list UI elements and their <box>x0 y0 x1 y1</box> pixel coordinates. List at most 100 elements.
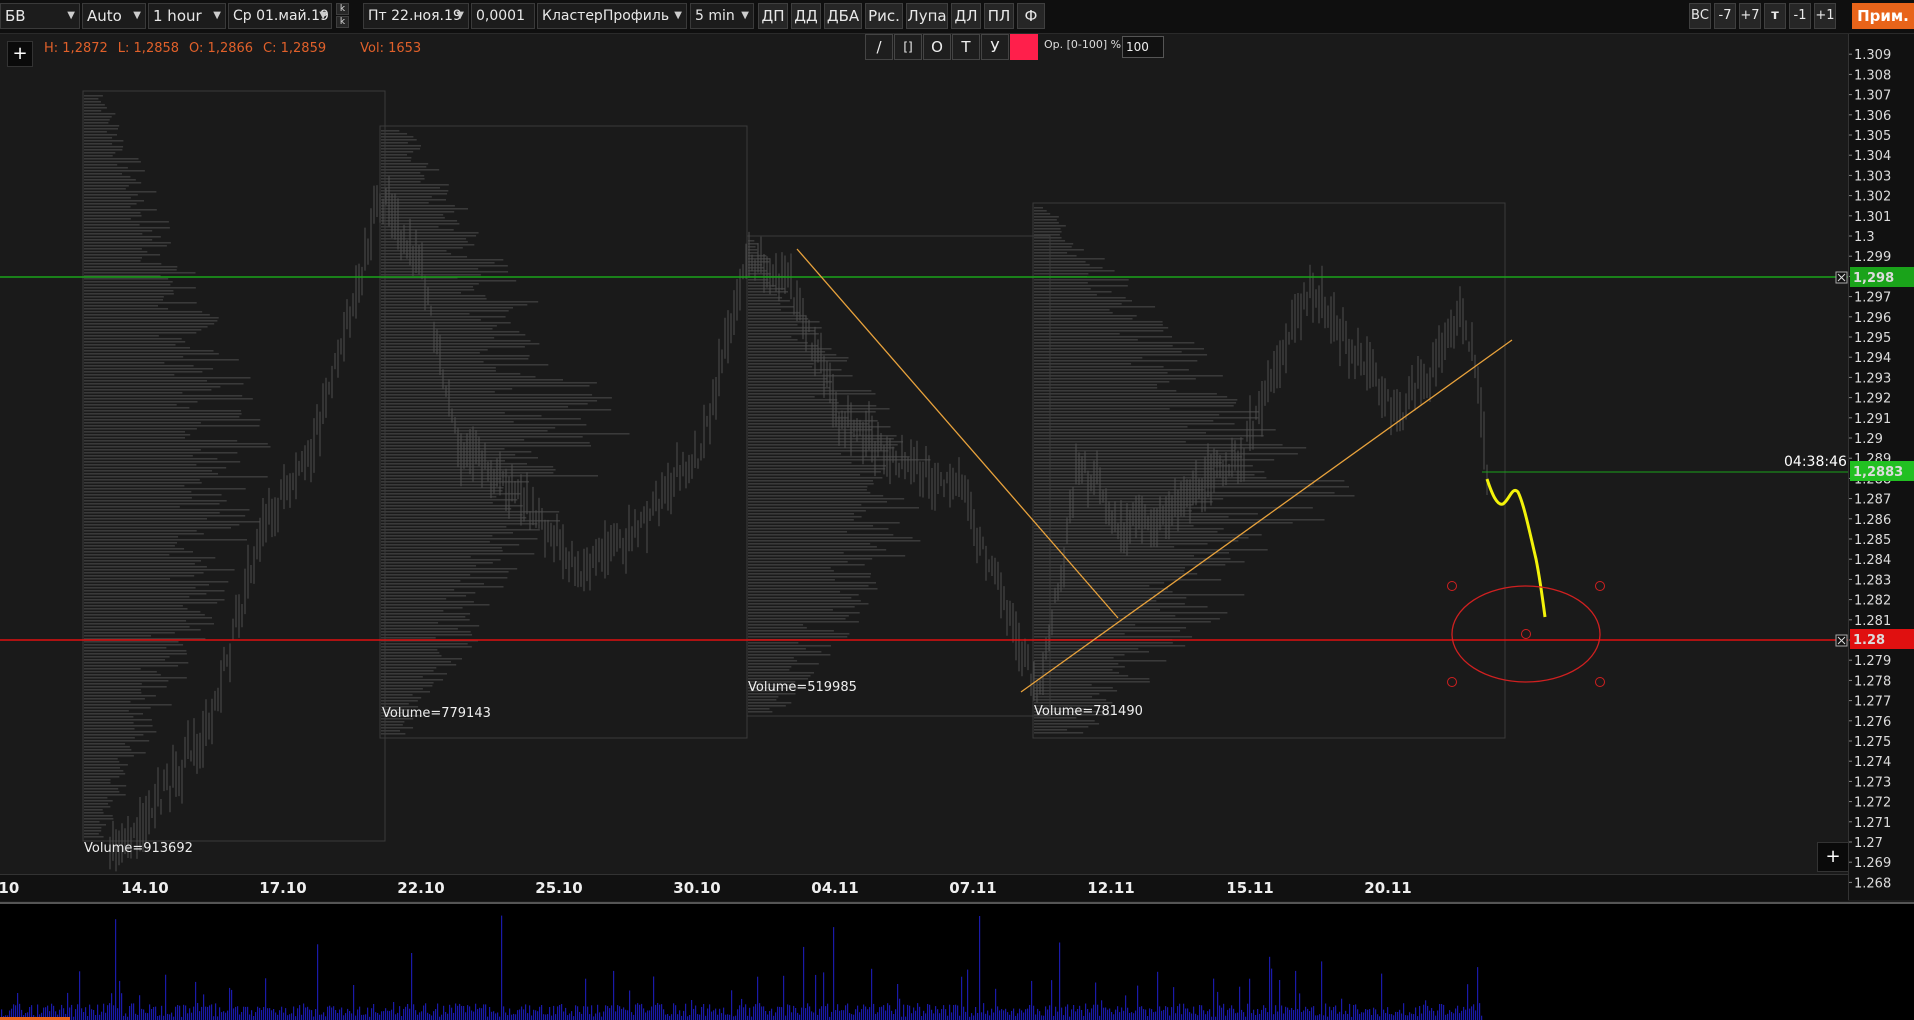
t-button[interactable]: т <box>1764 3 1786 29</box>
volume-bar <box>687 1016 688 1020</box>
dl-button[interactable]: ДЛ <box>951 3 981 29</box>
profile-bar <box>84 641 179 643</box>
profile-bar <box>84 530 197 532</box>
ellipse-handle[interactable] <box>1448 582 1457 591</box>
volume-bar <box>79 971 80 1020</box>
ellipse-handle[interactable] <box>1596 582 1605 591</box>
profile-bar <box>84 764 128 766</box>
volume-bar <box>1137 986 1138 1020</box>
price-axis[interactable]: 1.3091.3081.3071.3061.3051.3041.3031.302… <box>1848 34 1914 900</box>
volume-bar <box>841 1010 842 1020</box>
volume-bar <box>277 1015 278 1020</box>
profile-bar <box>84 176 130 178</box>
draw-button[interactable]: Рис. <box>865 3 903 29</box>
step-input[interactable]: 0,0001 <box>471 3 535 29</box>
add-pane-button[interactable]: + <box>1817 842 1849 872</box>
dba-button[interactable]: ДБА <box>824 3 862 29</box>
volume-bar <box>509 1009 510 1020</box>
profile-bar <box>84 290 173 292</box>
volume-bar <box>365 1014 366 1020</box>
apply-button[interactable]: Прим. <box>1852 3 1914 29</box>
volume-bar <box>1451 1012 1452 1020</box>
minus-7-button[interactable]: -7 <box>1714 3 1736 29</box>
date-from-picker[interactable]: Ср 01.май.19▼ <box>228 3 332 29</box>
profile-bar <box>1034 240 1065 242</box>
volume-bar <box>1213 979 1214 1020</box>
k-up-button[interactable]: k <box>336 3 349 15</box>
volume-bar <box>1249 979 1250 1020</box>
volume-bar <box>207 1007 208 1020</box>
u-tool-button[interactable]: У <box>981 34 1009 60</box>
profile-bar <box>84 497 192 499</box>
minus-1-button[interactable]: -1 <box>1789 3 1811 29</box>
symbol-select[interactable]: БВ▼ <box>0 3 80 29</box>
volume-bar <box>1303 1011 1304 1020</box>
plus-7-button[interactable]: +7 <box>1739 3 1761 29</box>
price-chart[interactable] <box>0 34 1848 874</box>
profile-bar <box>84 188 126 190</box>
profile-bar <box>84 482 202 484</box>
profile-bar <box>1034 438 1244 440</box>
text-tool-button[interactable]: T <box>952 34 980 60</box>
date-axis[interactable]: .1014.1017.1022.1025.1030.1004.1107.1112… <box>0 874 1848 901</box>
volume-bar <box>167 1014 168 1020</box>
volume-bar <box>187 1013 188 1020</box>
volume-bar <box>1445 1015 1446 1020</box>
scale-select[interactable]: Auto▼ <box>82 3 146 29</box>
dp-button[interactable]: ДП <box>758 3 788 29</box>
volume-bar <box>1467 984 1468 1020</box>
color-swatch-button[interactable] <box>1010 34 1038 60</box>
price-tick-label: 1.277 <box>1854 695 1891 710</box>
volume-bar <box>917 1003 918 1020</box>
ellipse-tool-button[interactable]: O <box>923 34 951 60</box>
price-tick-label: 1.281 <box>1854 614 1891 629</box>
volume-bar <box>269 1008 270 1020</box>
ellipse-center-handle[interactable] <box>1522 630 1531 639</box>
profile-bar <box>84 644 183 646</box>
volume-bar <box>385 1008 386 1020</box>
volume-bar <box>141 1009 142 1020</box>
profile-bar <box>748 549 886 551</box>
volume-bar <box>1051 980 1052 1020</box>
profile-bar <box>381 223 459 225</box>
opacity-input[interactable]: 100 <box>1122 36 1164 58</box>
plus-1-button[interactable]: +1 <box>1814 3 1836 29</box>
rectangle-tool-button[interactable]: [] <box>894 34 922 60</box>
profile-bar <box>748 642 798 644</box>
profile-type-select[interactable]: КластерПрофиль▼ <box>537 3 687 29</box>
volume-bar <box>1003 1010 1004 1020</box>
timeframe-select[interactable]: 1 hour▼ <box>148 3 226 29</box>
volume-bar <box>229 988 230 1020</box>
volume-bar <box>1477 967 1478 1020</box>
target-ellipse[interactable] <box>1452 586 1600 682</box>
ellipse-handle[interactable] <box>1448 678 1457 687</box>
k-down-button[interactable]: k <box>336 16 349 28</box>
volume-bar <box>281 1007 282 1020</box>
volume-bar <box>317 944 318 1020</box>
magnifier-button[interactable]: Лупа <box>906 3 948 29</box>
line-tool-button[interactable]: / <box>865 34 893 60</box>
profile-tf-select[interactable]: 5 min▼ <box>690 3 754 29</box>
dd-button[interactable]: ДД <box>791 3 821 29</box>
profile-bar <box>748 636 847 638</box>
vs-button[interactable]: ВС <box>1689 3 1711 29</box>
profile-bar <box>84 695 156 697</box>
forecast-scribble[interactable] <box>1487 479 1545 617</box>
filter-button[interactable]: Ф <box>1017 3 1045 29</box>
volume-bar <box>445 1012 446 1020</box>
volume-bar <box>891 1011 892 1020</box>
volume-bar <box>201 1007 202 1020</box>
profile-bar <box>84 725 153 727</box>
ellipse-handle[interactable] <box>1596 678 1605 687</box>
date-tick-label: 25.10 <box>535 879 582 897</box>
profile-bar <box>1034 678 1149 680</box>
profile-bar <box>1034 411 1259 413</box>
date-to-picker[interactable]: Пт 22.ноя.19▼ <box>363 3 469 29</box>
profile-bar <box>381 553 534 555</box>
pl-button[interactable]: ПЛ <box>984 3 1014 29</box>
green-line-close-icon[interactable] <box>1836 272 1847 283</box>
add-indicator-button[interactable]: + <box>7 41 33 67</box>
profile-bar <box>84 584 209 586</box>
profile-bar <box>84 143 112 145</box>
red-line-close-icon[interactable] <box>1836 635 1847 646</box>
